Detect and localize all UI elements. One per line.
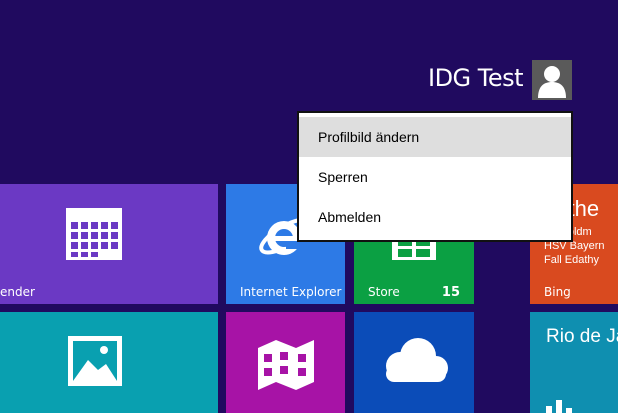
maps-tile[interactable] [226,312,345,413]
calendar-tile-label: ender [0,285,35,299]
skydrive-tile[interactable] [354,312,474,413]
avatar [532,60,572,100]
store-tile-label: Store [368,285,400,299]
weather-icon [546,400,572,413]
internet-explorer-tile-label: Internet Explorer [240,285,342,299]
sign-out-menu-item[interactable]: Abmelden [299,197,571,237]
bing-news-line: Fall Edathy [544,254,600,266]
user-silhouette-icon [538,66,566,98]
maps-icon [258,340,314,390]
photos-icon [68,336,122,386]
weather-tile[interactable]: Rio de Ja [530,312,618,413]
start-screen: ender Internet Explorer Store 15 ndthe r… [0,0,618,413]
bing-tile-label: Bing [544,285,571,299]
lock-menu-item[interactable]: Sperren [299,157,571,197]
store-update-badge: 15 [441,285,460,300]
calendar-tile[interactable]: ender [0,184,218,304]
change-profile-picture-menu-item[interactable]: Profilbild ändern [299,117,571,157]
calendar-icon [66,208,122,260]
user-name: IDG Test [428,64,524,92]
weather-tile-city: Rio de Ja [546,326,618,347]
cloud-icon [386,338,448,382]
account-menu: Profilbild ändern Sperren Abmelden [297,111,573,242]
photos-tile[interactable] [0,312,218,413]
user-account-button[interactable]: IDG Test [420,60,572,101]
